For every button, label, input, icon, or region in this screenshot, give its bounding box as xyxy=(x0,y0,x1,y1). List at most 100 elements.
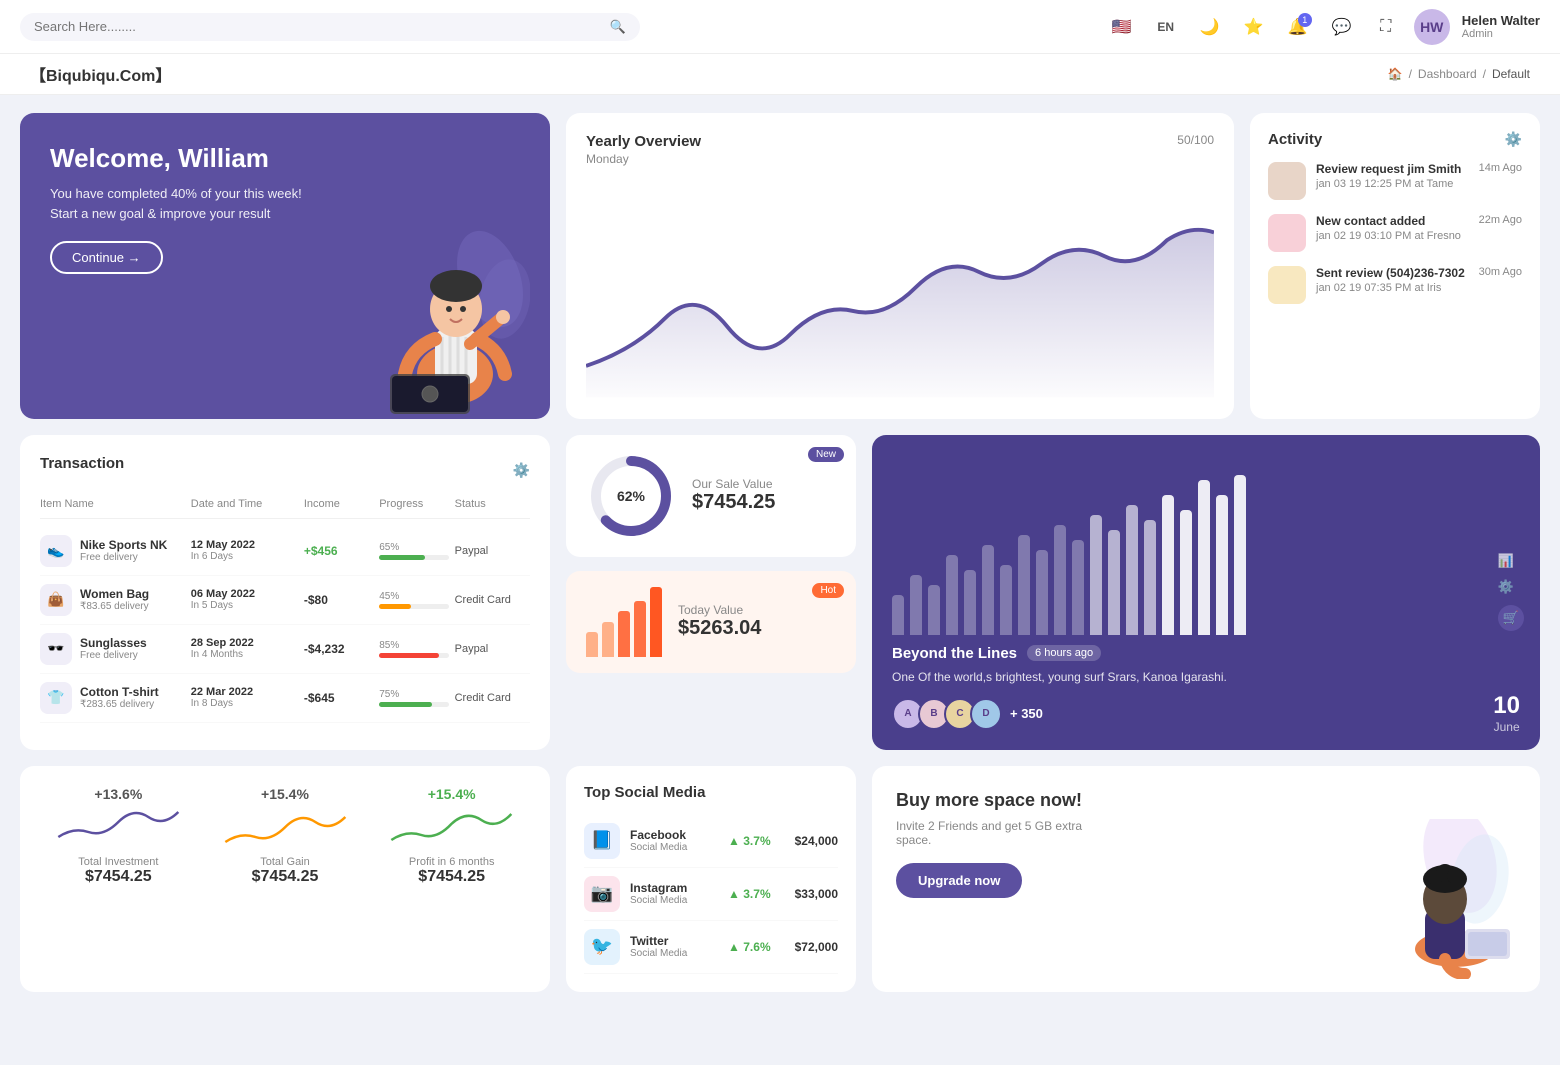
user-info: Helen Walter Admin xyxy=(1462,13,1540,40)
date-val: 22 Mar 2022 xyxy=(191,686,304,698)
item-sub: Free delivery xyxy=(80,650,147,661)
transaction-settings-icon[interactable]: ⚙️ xyxy=(513,462,530,479)
row1: Welcome, William You have completed 40% … xyxy=(20,113,1540,419)
today-value-card: Hot Today Value $5263.04 xyxy=(566,571,856,673)
search-input[interactable] xyxy=(34,19,602,34)
beyond-title: Beyond the Lines xyxy=(892,645,1017,662)
lang-label[interactable]: EN xyxy=(1150,11,1182,43)
progress-fill xyxy=(379,653,439,658)
status-badge: Credit Card xyxy=(455,692,530,704)
date-val: 06 May 2022 xyxy=(191,588,304,600)
item-icon: 👕 xyxy=(40,682,72,714)
home-icon[interactable]: 🏠 xyxy=(1388,67,1403,81)
activity-item: Review request jim Smith jan 03 19 12:25… xyxy=(1268,162,1522,200)
metric-gain: +15.4% Total Gain $7454.25 xyxy=(207,786,364,972)
bar-item xyxy=(1090,515,1102,635)
social-row: 📘 Facebook Social Media ▲ 3.7% $24,000 xyxy=(584,815,838,868)
activity-time: 22m Ago xyxy=(1479,214,1522,226)
bar-item xyxy=(928,585,940,635)
bar-item xyxy=(1072,540,1084,635)
social-row: 🐦 Twitter Social Media ▲ 7.6% $72,000 xyxy=(584,921,838,974)
metric-investment: +13.6% Total Investment $7454.25 xyxy=(40,786,197,972)
progress-label: 45% xyxy=(379,591,454,602)
date-number: 10 xyxy=(1493,692,1520,720)
current-page: Default xyxy=(1492,67,1530,81)
today-label: Today Value xyxy=(678,603,761,617)
dashboard-link[interactable]: Dashboard xyxy=(1418,67,1477,81)
bar-item xyxy=(946,555,958,635)
upgrade-button[interactable]: Upgrade now xyxy=(896,863,1022,898)
bar-chart xyxy=(892,455,1520,635)
activity-settings-icon[interactable]: ⚙️ xyxy=(1505,131,1522,148)
bell-icon[interactable]: 🔔 1 xyxy=(1282,11,1314,43)
progress-bar xyxy=(379,555,449,560)
bar-item xyxy=(1234,475,1246,635)
social-title: Top Social Media xyxy=(584,784,838,801)
date-val: 12 May 2022 xyxy=(191,539,304,551)
progress-cell: 45% xyxy=(379,591,454,609)
social-sub: Social Media xyxy=(630,948,687,959)
new-badge: New xyxy=(808,447,844,462)
col-income: Income xyxy=(304,498,379,510)
yearly-subtitle: Monday xyxy=(586,152,701,166)
progress-fill xyxy=(379,555,425,560)
social-pct: ▲ 3.7% xyxy=(728,834,771,848)
chat-icon[interactable]: 💬 xyxy=(1326,11,1358,43)
progress-fill xyxy=(379,604,411,609)
social-name: Facebook xyxy=(630,828,687,842)
activity-text: New contact added jan 02 19 03:10 PM at … xyxy=(1316,214,1461,242)
chart-icon[interactable]: 📊 xyxy=(1498,553,1524,569)
top-navigation: 🔍 🇺🇸 EN 🌙 ⭐ 🔔 1 💬 ⛶ HW Helen Walter Admi… xyxy=(0,0,1560,54)
star-icon[interactable]: ⭐ xyxy=(1238,11,1270,43)
beyond-time: 6 hours ago xyxy=(1027,645,1101,661)
social-pct: ▲ 3.7% xyxy=(728,887,771,901)
transaction-title: Transaction xyxy=(40,455,124,472)
welcome-illustration xyxy=(370,219,530,419)
mini-avatar-4: D xyxy=(970,698,1002,730)
yearly-count: 50/100 xyxy=(1177,133,1214,147)
col-progress: Progress xyxy=(379,498,454,510)
social-amount: $72,000 xyxy=(795,940,838,954)
dark-mode-icon[interactable]: 🌙 xyxy=(1194,11,1226,43)
bar-item xyxy=(964,570,976,635)
activity-item-sub: jan 03 19 12:25 PM at Tame xyxy=(1316,178,1461,190)
beyond-actions: 📊 ⚙️ 🛒 xyxy=(1498,553,1524,631)
expand-icon[interactable]: ⛶ xyxy=(1370,11,1402,43)
activity-text: Review request jim Smith jan 03 19 12:25… xyxy=(1316,162,1461,190)
continue-button[interactable]: Continue → xyxy=(50,241,163,274)
beyond-date: 10 June xyxy=(1493,692,1520,734)
social-list: 📘 Facebook Social Media ▲ 3.7% $24,000 📷… xyxy=(584,815,838,974)
sale-cards: New 62% Our Sale Value $7454.25 Hot xyxy=(566,435,856,750)
brand-name: 【Biqubiqu.Com】 xyxy=(30,62,171,86)
activity-list: Review request jim Smith jan 03 19 12:25… xyxy=(1268,162,1522,304)
search-icon: 🔍 xyxy=(610,19,626,35)
progress-cell: 85% xyxy=(379,640,454,658)
progress-bar xyxy=(379,653,449,658)
activity-item-sub: jan 02 19 03:10 PM at Fresno xyxy=(1316,230,1461,242)
item-info: 👜 Women Bag ₹83.65 delivery xyxy=(40,584,191,616)
cart-icon[interactable]: 🛒 xyxy=(1498,605,1524,631)
user-role: Admin xyxy=(1462,28,1540,40)
avatar[interactable]: HW xyxy=(1414,9,1450,45)
sale-value-card: New 62% Our Sale Value $7454.25 xyxy=(566,435,856,557)
date-sub: In 4 Months xyxy=(191,649,304,660)
transaction-rows: 👟 Nike Sports NK Free delivery 12 May 20… xyxy=(40,527,530,723)
activity-time: 14m Ago xyxy=(1479,162,1522,174)
income-cell: -$645 xyxy=(304,691,379,705)
promo-card: Buy more space now! Invite 2 Friends and… xyxy=(872,766,1540,992)
social-pct: ▲ 7.6% xyxy=(728,940,771,954)
welcome-desc: You have completed 40% of your this week… xyxy=(50,184,310,223)
settings-icon2[interactable]: ⚙️ xyxy=(1498,579,1524,595)
search-bar[interactable]: 🔍 xyxy=(20,13,640,41)
bar-item xyxy=(1144,520,1156,635)
bar-item xyxy=(892,595,904,635)
sep1: / xyxy=(1409,67,1412,81)
social-name: Twitter xyxy=(630,934,687,948)
progress-bar xyxy=(379,702,449,707)
flag-icon[interactable]: 🇺🇸 xyxy=(1106,11,1138,43)
table-row: 👜 Women Bag ₹83.65 delivery 06 May 2022 … xyxy=(40,576,530,625)
progress-cell: 65% xyxy=(379,542,454,560)
main-content: Welcome, William You have completed 40% … xyxy=(0,95,1560,1010)
metric-label-1: Total Investment xyxy=(78,856,158,868)
transaction-card: Transaction ⚙️ Item Name Date and Time I… xyxy=(20,435,550,750)
